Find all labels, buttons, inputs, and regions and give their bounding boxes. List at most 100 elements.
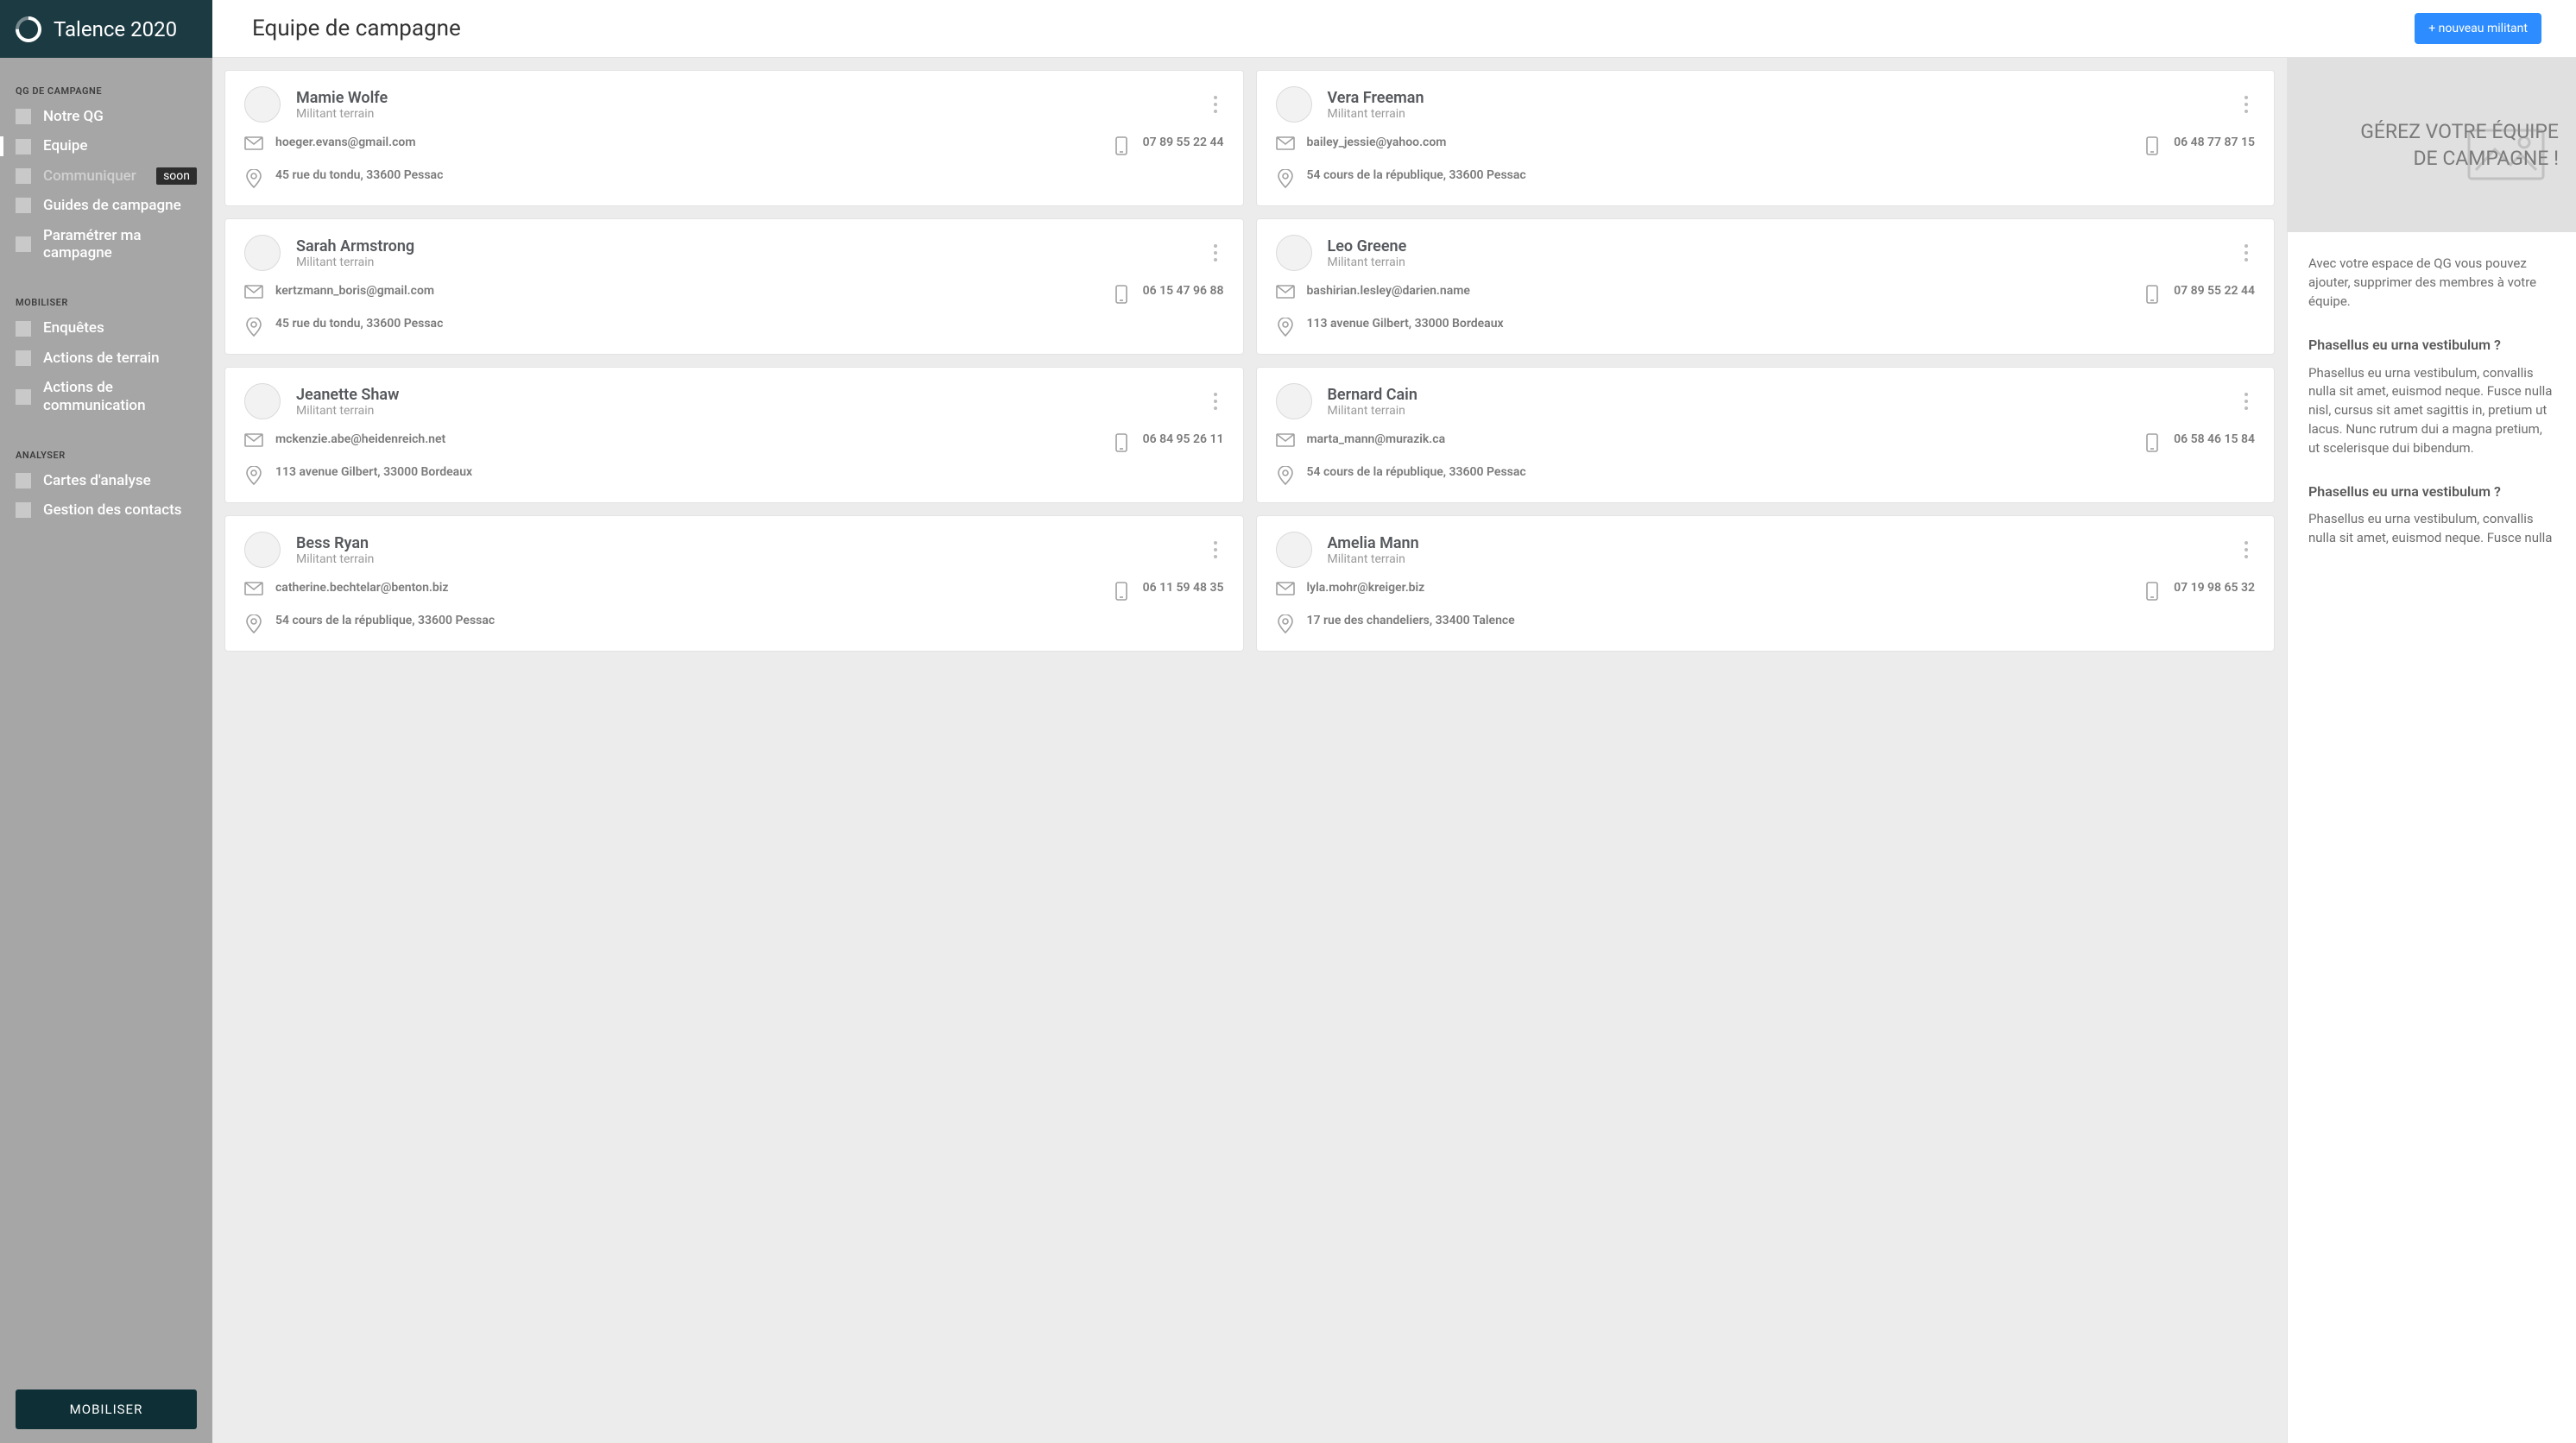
card-head: Bess RyanMilitant terrain (244, 532, 1224, 568)
phone-value: 06 58 46 15 84 (2174, 432, 2255, 448)
member-role: Militant terrain (296, 107, 1191, 121)
avatar (244, 235, 281, 271)
address-value: 54 cours de la république, 33600 Pessac (275, 613, 495, 629)
sidebar-bottom: MOBILISER (0, 1376, 212, 1443)
member-card: Jeanette ShawMilitant terrain mckenzie.ab… (224, 367, 1244, 503)
address-value: 113 avenue Gilbert, 33000 Bordeaux (1307, 316, 1504, 332)
member-role: Militant terrain (1328, 107, 2223, 121)
address-value: 45 rue du tondu, 33600 Pessac (275, 316, 443, 332)
card-head: Mamie WolfeMilitant terrain (244, 86, 1224, 123)
sidebar-item-cartes[interactable]: Cartes d'analyse (0, 466, 212, 495)
avatar (244, 383, 281, 419)
info-panel: GÉREZ VOTRE ÉQUIPE DE CAMPAGNE ! Avec vo… (2287, 58, 2576, 1443)
sidebar-item-notre-qg[interactable]: Notre QG (0, 102, 212, 131)
phone-value: 06 48 77 87 15 (2174, 135, 2255, 151)
member-role: Militant terrain (1328, 255, 2223, 269)
sidebar-item-actions-terrain[interactable]: Actions de terrain (0, 343, 212, 373)
member-name: Jeanette Shaw (296, 386, 1191, 404)
more-menu-icon[interactable] (1207, 92, 1224, 117)
phone-value: 07 89 55 22 44 (2174, 283, 2255, 299)
soon-badge: soon (156, 167, 197, 185)
member-phone: 07 89 55 22 44 (2143, 283, 2255, 304)
phone-value: 06 84 95 26 11 (1143, 432, 1224, 448)
member-email: kertzmann_boris@gmail.com (244, 283, 1098, 299)
mail-icon (1276, 432, 1295, 447)
location-icon (1276, 316, 1295, 337)
address-value: 54 cours de la république, 33600 Pessac (1307, 167, 1526, 184)
address-value: 45 rue du tondu, 33600 Pessac (275, 167, 443, 184)
avatar (244, 86, 281, 123)
member-address: 54 cours de la république, 33600 Pessac (1276, 167, 1526, 188)
address-value: 113 avenue Gilbert, 33000 Bordeaux (275, 464, 472, 481)
nav-icon (16, 502, 31, 518)
sidebar-item-enquetes[interactable]: Enquêtes (0, 313, 212, 343)
member-email: mckenzie.abe@heidenreich.net (244, 432, 1098, 448)
phone-value: 06 15 47 96 88 (1143, 283, 1224, 299)
phone-icon (2143, 580, 2162, 601)
member-address: 45 rue du tondu, 33600 Pessac (244, 316, 443, 337)
nav-icon (16, 321, 31, 337)
member-card: Mamie WolfeMilitant terrain hoeger.evans@… (224, 70, 1244, 206)
sidebar-item-parametrer[interactable]: Paramétrer ma campagne (0, 221, 212, 268)
nav-section-title: QG DE CAMPAGNE (0, 75, 212, 102)
card-head: Sarah ArmstrongMilitant terrain (244, 235, 1224, 271)
avatar (1276, 383, 1312, 419)
brand-bar: Talence 2020 (0, 0, 212, 58)
member-phone: 06 84 95 26 11 (1112, 432, 1224, 452)
logo-icon (10, 10, 47, 47)
member-email: bashirian.lesley@darien.name (1276, 283, 2130, 299)
member-role: Militant terrain (296, 255, 1191, 269)
content-row: Mamie WolfeMilitant terrainhoeger.evans@… (212, 58, 2576, 1443)
phone-value: 07 89 55 22 44 (1143, 135, 1224, 151)
member-name: Bess Ryan (296, 534, 1191, 552)
more-menu-icon[interactable] (1207, 538, 1224, 562)
phone-icon (1112, 580, 1131, 601)
sidebar-item-guides[interactable]: Guides de campagne (0, 191, 212, 220)
mobiliser-button[interactable]: MOBILISER (16, 1389, 197, 1429)
phone-icon (1112, 283, 1131, 304)
more-menu-icon[interactable] (1207, 241, 1224, 265)
info-body: Avec votre espace de QG vous pouvez ajou… (2288, 232, 2576, 595)
new-member-button[interactable]: + nouveau militant (2415, 13, 2541, 44)
nav-icon (16, 236, 31, 252)
sidebar-item-contacts[interactable]: Gestion des contacts (0, 495, 212, 525)
card-head: Leo GreeneMilitant terrain (1276, 235, 2256, 271)
email-value: hoeger.evans@gmail.com (275, 135, 416, 151)
sidebar-item-label: Actions de terrain (43, 350, 160, 367)
member-card: Sarah ArmstrongMilitant terrain kertzmann… (224, 218, 1244, 355)
more-menu-icon[interactable] (2238, 241, 2255, 265)
more-menu-icon[interactable] (2238, 92, 2255, 117)
member-name: Vera Freeman (1328, 89, 2223, 107)
sidebar-item-label: Paramétrer ma campagne (43, 227, 197, 262)
mail-icon (244, 283, 263, 299)
location-icon (1276, 613, 1295, 633)
phone-value: 07 19 98 65 32 (2174, 580, 2255, 596)
address-value: 54 cours de la république, 33600 Pessac (1307, 464, 1526, 481)
phone-icon (1112, 135, 1131, 155)
member-address: 17 rue des chandeliers, 33400 Talence (1276, 613, 1515, 633)
member-card: Bess RyanMilitant terraincatherine.becht… (224, 515, 1244, 652)
more-menu-icon[interactable] (2238, 389, 2255, 413)
location-icon (244, 613, 263, 633)
member-email: hoeger.evans@gmail.com (244, 135, 1098, 151)
member-name: Mamie Wolfe (296, 89, 1191, 107)
email-value: marta_mann@murazik.ca (1307, 432, 1446, 448)
member-email: bailey_jessie@yahoo.com (1276, 135, 2130, 151)
member-role: Militant terrain (296, 552, 1191, 566)
member-email: marta_mann@murazik.ca (1276, 432, 2130, 448)
info-hero: GÉREZ VOTRE ÉQUIPE DE CAMPAGNE ! (2288, 58, 2576, 232)
nav: QG DE CAMPAGNENotre QGEquipeCommuniquers… (0, 58, 212, 1376)
more-menu-icon[interactable] (1207, 389, 1224, 413)
nav-section-title: ANALYSER (0, 439, 212, 466)
nav-icon (16, 198, 31, 213)
sidebar-item-equipe[interactable]: Equipe (0, 131, 212, 161)
avatar (244, 532, 281, 568)
nav-icon (16, 473, 31, 488)
sidebar-item-actions-comm[interactable]: Actions de communication (0, 373, 212, 420)
sidebar-item-label: Equipe (43, 137, 88, 154)
info-intro: Avec votre espace de QG vous pouvez ajou… (2308, 255, 2555, 311)
member-role: Militant terrain (296, 404, 1191, 418)
sidebar-item-label: Cartes d'analyse (43, 472, 151, 489)
more-menu-icon[interactable] (2238, 538, 2255, 562)
cards-grid: Mamie WolfeMilitant terrainhoeger.evans@… (224, 70, 2275, 652)
